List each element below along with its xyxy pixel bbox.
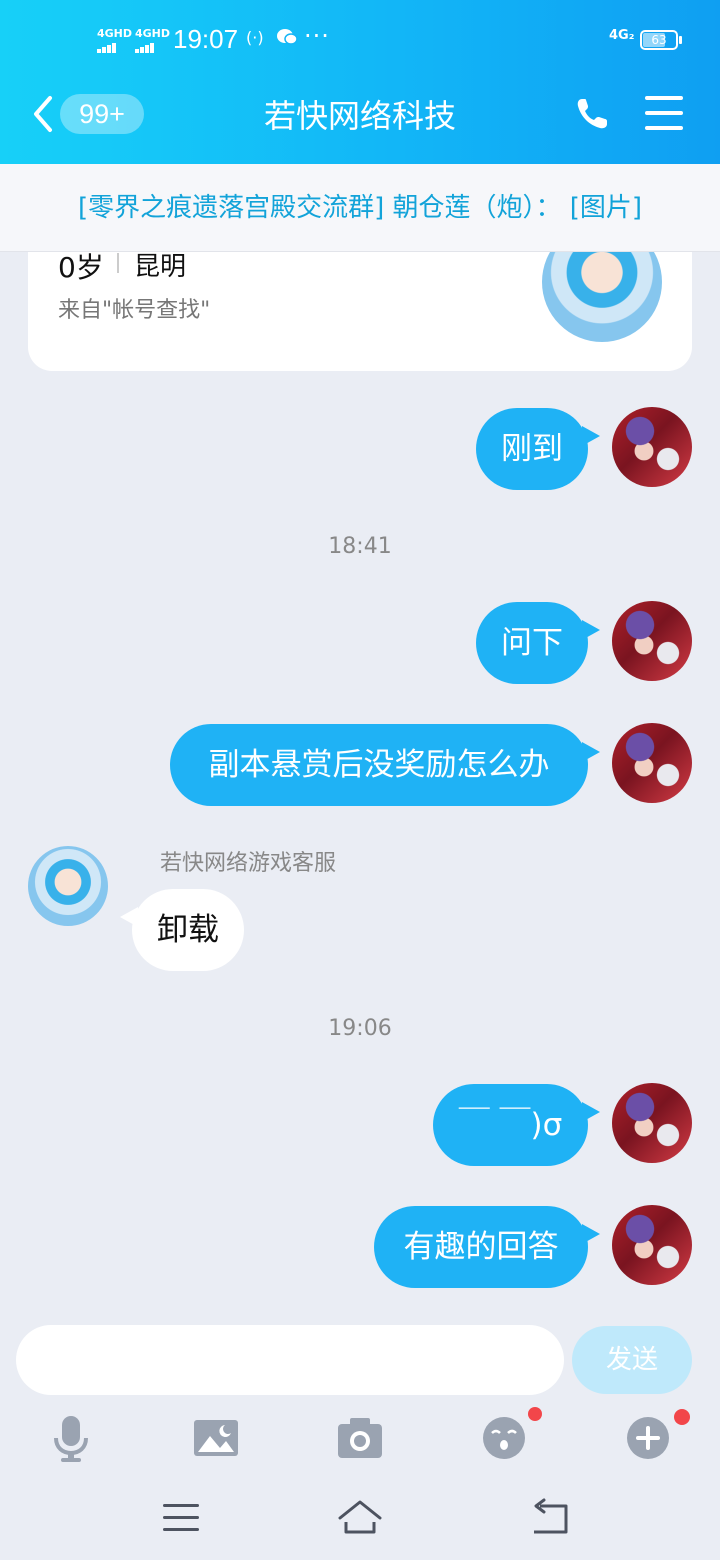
time-divider: 19:06: [328, 1016, 392, 1041]
nav-home-icon[interactable]: [336, 1496, 384, 1540]
message-bubble-incoming[interactable]: 卸载: [120, 889, 244, 971]
message-bubble-outgoing[interactable]: 副本悬赏后没奖励怎么办: [170, 724, 600, 806]
signal-1: 4GHD: [97, 28, 132, 53]
nav-back-icon[interactable]: [526, 1496, 574, 1540]
status-time: 19:07: [173, 24, 239, 54]
avatar[interactable]: [612, 601, 692, 681]
signal-bars-icon: [97, 41, 132, 53]
avatar[interactable]: [612, 1205, 692, 1285]
nfc-icon: (·): [246, 28, 264, 47]
battery-level: 63: [651, 33, 667, 47]
notification-dot: [674, 1409, 690, 1425]
avatar[interactable]: [612, 407, 692, 487]
phone-icon[interactable]: [574, 96, 610, 132]
battery-icon: 63: [640, 30, 682, 50]
message-bubble-outgoing[interactable]: 有趣的回答: [374, 1206, 600, 1288]
time-divider: 18:41: [328, 534, 392, 559]
microphone-icon[interactable]: [47, 1414, 95, 1462]
avatar[interactable]: [612, 723, 692, 803]
message-bubble-outgoing[interactable]: ￣ ￣)σ: [433, 1084, 600, 1166]
sender-name: 若快网络游戏客服: [160, 851, 337, 876]
plus-icon[interactable]: [624, 1414, 672, 1462]
image-icon[interactable]: [192, 1414, 240, 1462]
send-button[interactable]: 发送: [572, 1326, 692, 1394]
status-bar: 4GHD 4GHD 19:07 (·) ··· 4G₂ 63: [0, 0, 720, 80]
nav-menu-icon[interactable]: [157, 1496, 205, 1540]
message-bubble-outgoing[interactable]: 刚到: [476, 408, 600, 490]
camera-icon[interactable]: [336, 1414, 384, 1462]
avatar[interactable]: [28, 846, 108, 926]
signal-bars-icon: [135, 41, 170, 53]
page-title: 若快网络科技: [263, 97, 456, 135]
message-input[interactable]: [16, 1325, 564, 1395]
divider: [117, 253, 119, 273]
wechat-icon: [277, 29, 298, 45]
chat-header: 4GHD 4GHD 19:07 (·) ··· 4G₂ 63 99+ 若快网络科…: [0, 0, 720, 164]
avatar[interactable]: [612, 1083, 692, 1163]
menu-icon[interactable]: [645, 96, 683, 132]
network-indicator: 4G₂: [609, 28, 635, 43]
signal-2: 4GHD: [135, 28, 170, 53]
profile-source: 来自"帐号查找": [58, 298, 211, 323]
message-bubble-outgoing[interactable]: 问下: [476, 602, 600, 684]
emoji-icon[interactable]: [480, 1414, 528, 1462]
more-notifications-icon: ···: [304, 22, 330, 50]
profile-age: 0岁: [58, 251, 104, 284]
group-notice-bar[interactable]: [零界之痕遗落宫殿交流群] 朝仓莲（炮）： [图片]: [0, 164, 720, 252]
notification-dot: [528, 1407, 542, 1421]
